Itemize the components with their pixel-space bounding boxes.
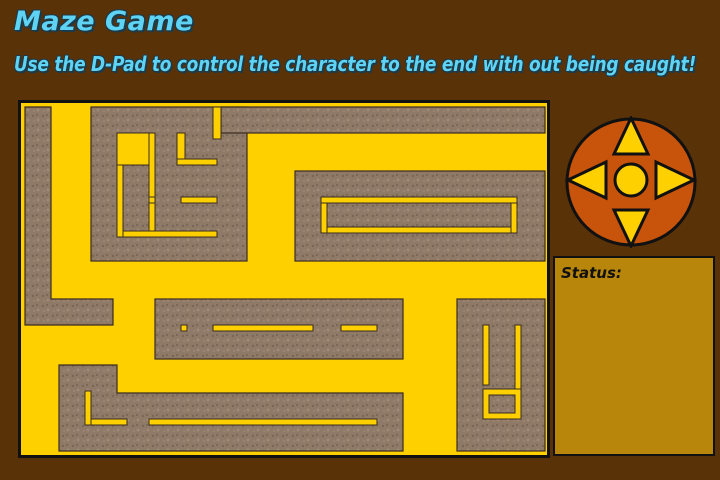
dpad-center-button[interactable] (613, 162, 649, 198)
game-title: Maze Game (14, 6, 194, 37)
maze-canvas (21, 103, 547, 455)
status-label: Status: (561, 264, 622, 282)
status-panel: Status: (553, 256, 715, 456)
maze-board (18, 100, 550, 458)
game-instructions: Use the D-Pad to control the character t… (14, 52, 696, 76)
dpad-controller (564, 114, 698, 250)
